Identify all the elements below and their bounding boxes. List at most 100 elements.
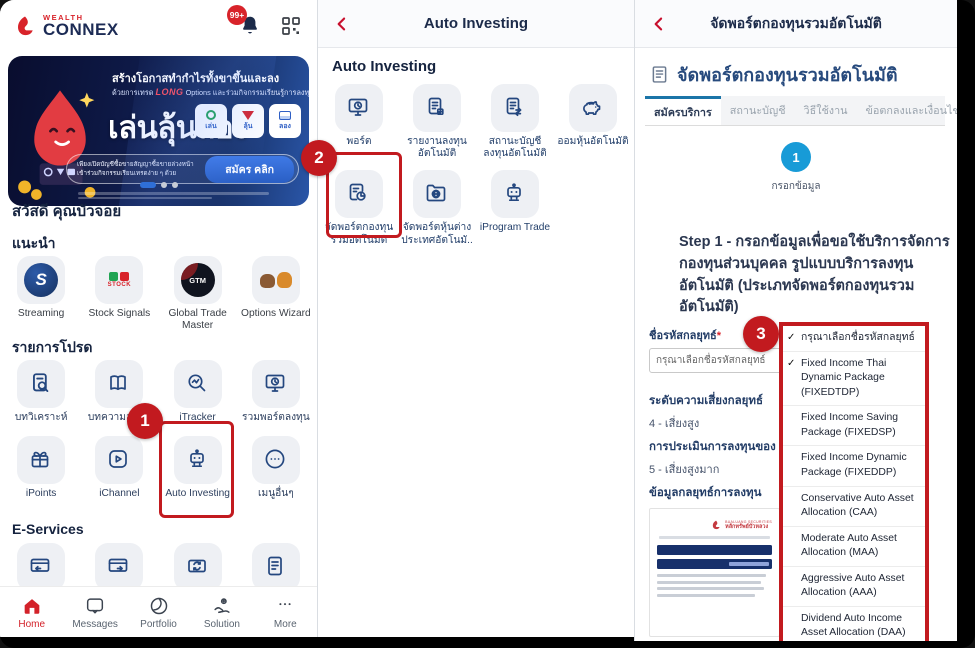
ellipsis-icon <box>274 595 296 617</box>
banner-headline-small: สร้างโอกาสทำกำไรทั้งขาขึ้นและลง <box>112 69 279 87</box>
nav-solution[interactable]: Solution <box>190 595 253 630</box>
back-button[interactable] <box>332 14 352 34</box>
menu-auto-account-status[interactable]: สถานะบัญชีลงทุนอัตโนมัติ <box>476 84 554 160</box>
stepper: 1 กรอกข้อมูล <box>635 142 957 194</box>
step-instructions: Step 1 - กรอกข้อมูลเพื่อขอใช้บริการจัดกา… <box>679 232 953 319</box>
promo-line2: เข้าร่วมกิจกรรมเรียนเทรดง่าย ๆ ด้วย <box>77 169 194 178</box>
dropdown-option[interactable]: ✓ Fixed Income Thai Dynamic Package (FIX… <box>783 352 925 407</box>
tab-terms[interactable]: ข้อตกลงและเงื่อนไข <box>857 96 957 125</box>
eservices-section-title: E-Services <box>12 521 84 537</box>
chat-icon <box>84 595 106 617</box>
callout-step-2: 2 <box>301 140 337 176</box>
tab-apply-service[interactable]: สมัครบริการ <box>645 96 721 125</box>
chip-luck[interactable]: ลุ้น <box>232 104 264 138</box>
app-streaming[interactable]: S Streaming <box>2 256 80 332</box>
dropdown-option[interactable]: Dividend Auto Income Asset Allocation (D… <box>783 607 925 641</box>
app-global-trade-master[interactable]: GTM Global Trade Master <box>159 256 237 332</box>
strategy-dropdown: ✓ กรุณาเลือกชื่อรหัสกลยุทธ์ ✓ Fixed Inco… <box>779 322 929 641</box>
dot[interactable] <box>161 182 167 188</box>
nav-messages[interactable]: Messages <box>63 595 126 630</box>
fund-port-header: จัดพอร์ตกองทุนรวมอัตโนมัติ <box>635 0 957 48</box>
pie-chart-icon <box>148 595 170 617</box>
chip-try[interactable]: ลอง <box>269 104 301 138</box>
home-header: WEALTH CONNEX 99+ <box>0 0 317 52</box>
tab-how-to-use[interactable]: วิธีใช้งาน <box>795 96 857 125</box>
step-title-prefix: Step 1 <box>679 234 723 250</box>
folder-globe-icon <box>424 181 450 207</box>
notification-badge: 99+ <box>227 5 247 25</box>
dot-active[interactable] <box>140 182 156 188</box>
flame-logo-icon <box>14 13 38 39</box>
triangle-icon <box>242 111 254 120</box>
app-stock-signals[interactable]: STOCK Stock Signals <box>80 256 158 332</box>
carousel-dots[interactable] <box>0 182 317 188</box>
dropdown-option[interactable]: ✓ กรุณาเลือกชื่อรหัสกลยุทธ์ <box>783 326 925 352</box>
dropdown-option[interactable]: Fixed Income Saving Package (FIXEDSP) <box>783 406 925 446</box>
banner-chips: เล่น ลุ้น ลอง <box>195 104 301 138</box>
logo-connex-text: CONNEX <box>43 21 119 38</box>
dot[interactable] <box>172 182 178 188</box>
callout-step-1: 1 <box>127 403 163 439</box>
menu-ichannel[interactable]: iChannel <box>80 436 158 500</box>
card-refresh-icon <box>185 554 211 580</box>
recommend-section-title: แนะนำ <box>12 233 56 255</box>
assessment-value: 5 - เสี่ยงสูงมาก <box>649 460 719 478</box>
notifications-button[interactable]: 99+ <box>237 13 263 39</box>
doc-header-bar-2 <box>657 559 772 569</box>
back-button[interactable] <box>649 14 669 34</box>
menu-analysis[interactable]: บทวิเคราะห์ <box>2 360 80 424</box>
menu-ipoints[interactable]: iPoints <box>2 436 80 500</box>
app-options-wizard[interactable]: Options Wizard <box>237 256 315 332</box>
menu-auto-report[interactable]: รายงานลงทุนอัตโนมัติ <box>398 84 476 160</box>
eservice-withdraw[interactable] <box>80 543 158 591</box>
doc-header-bar <box>657 545 772 555</box>
eservice-transfer[interactable] <box>159 543 237 591</box>
menu-iprogram-trade[interactable]: iProgram Trade <box>476 170 554 246</box>
highlight-box-fund-port <box>326 152 402 238</box>
menu-auto-foreign-stock-port[interactable]: จัดพอร์ตหุ้นต่างประเทศอัตโนมั.. <box>398 170 476 246</box>
chip-play[interactable]: เล่น <box>195 104 227 138</box>
header-title: จัดพอร์ตกองทุนรวมอัตโนมัติ <box>710 13 882 35</box>
nav-portfolio[interactable]: Portfolio <box>127 595 190 630</box>
dropdown-option[interactable]: Fixed Income Dynamic Package (FIXEDDP) <box>783 446 925 486</box>
highlight-box-auto-investing <box>159 421 234 518</box>
piggy-bank-icon <box>580 95 606 121</box>
eservice-deposit[interactable] <box>2 543 80 591</box>
flame-logo-icon <box>711 519 722 531</box>
doc-body-lines <box>657 574 772 597</box>
doc-arrows-icon <box>502 95 528 121</box>
menu-port-summary[interactable]: รวมพอร์ตลงทุน <box>237 360 315 424</box>
dropdown-option[interactable]: Moderate Auto Asset Allocation (MAA) <box>783 527 925 567</box>
dropdown-option[interactable]: Aggressive Auto Asset Allocation (AAA) <box>783 567 925 607</box>
nav-home[interactable]: Home <box>0 595 63 630</box>
menu-more[interactable]: เมนูอื่นๆ <box>237 436 315 500</box>
chevron-left-icon <box>649 14 669 34</box>
apply-cta-button[interactable]: สมัคร คลิก <box>205 156 294 183</box>
auto-investing-screen: Auto Investing Auto Investing พอร์ต รายง… <box>317 0 634 637</box>
promo-line1: เพียงเปิดบัญชีซื้อขายสัญญาซื้อขายล่วงหน้… <box>77 160 194 169</box>
strategy-document-preview[interactable]: BUALUANG SECURITIES หลักทรัพย์บัวหลวง <box>649 508 780 637</box>
doc-plus-icon <box>424 95 450 121</box>
banner-headline: เล่นลุ้นลอง <box>108 102 248 152</box>
greeting-text: สวัสดี คุณบัวจอย <box>12 199 121 223</box>
page-title: จัดพอร์ตกองทุนรวมอัตโนมัติ <box>677 60 898 89</box>
doc-search-icon <box>28 371 54 397</box>
long-logo-text: LONG <box>156 87 184 97</box>
tab-account-status[interactable]: สถานะบัญชี <box>721 96 795 125</box>
auto-investing-header: Auto Investing <box>318 0 634 48</box>
eservice-documents[interactable] <box>237 543 315 591</box>
favorites-section-title: รายการโปรด <box>12 337 92 359</box>
picture-icon <box>279 111 291 120</box>
menu-itracker[interactable]: iTracker <box>159 360 237 424</box>
required-asterisk: * <box>717 330 721 342</box>
circle-icon <box>206 110 216 120</box>
dropdown-option[interactable]: Conservative Auto Asset Allocation (CAA) <box>783 487 925 527</box>
card-arrow-out-icon <box>106 554 132 580</box>
check-icon: ✓ <box>787 357 795 371</box>
monitor-clock-icon <box>346 95 372 121</box>
step-caption: กรอกข้อมูล <box>771 179 820 194</box>
doc-subtitle-line <box>659 536 770 539</box>
qr-scan-icon[interactable] <box>279 14 303 38</box>
nav-more[interactable]: More <box>254 595 317 630</box>
menu-auto-stock-saving[interactable]: ออมหุ้นอัตโนมัติ <box>554 84 632 160</box>
